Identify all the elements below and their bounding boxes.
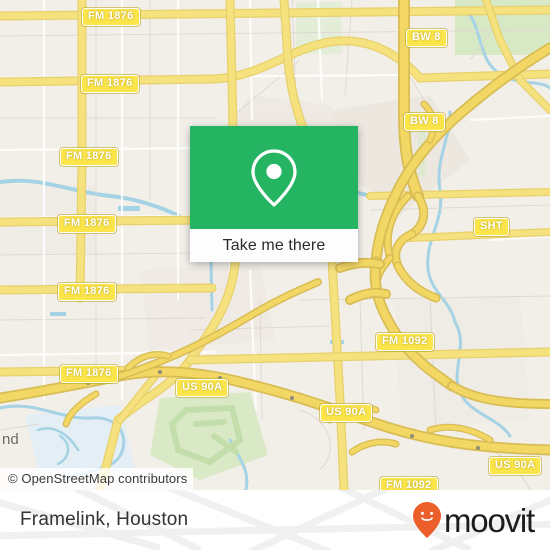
road-shield-label: FM 1876 bbox=[88, 10, 134, 22]
road-shield: FM 1876 bbox=[60, 365, 118, 383]
take-me-there-button[interactable]: Take me there bbox=[190, 229, 358, 262]
road-shield: FM 1092 bbox=[376, 333, 434, 351]
road-shield-label: SHT bbox=[480, 220, 503, 232]
moovit-logo[interactable]: moovit bbox=[412, 501, 535, 539]
road-shield: BW 8 bbox=[404, 113, 445, 131]
place-label: nd bbox=[2, 431, 19, 448]
road-shield: FM 1876 bbox=[60, 148, 118, 166]
road-shield: US 90A bbox=[320, 404, 373, 422]
popup-pin-area bbox=[190, 126, 358, 229]
road-shield: US 90A bbox=[489, 457, 542, 475]
map-pin-icon bbox=[251, 148, 297, 207]
road-shield-label: US 90A bbox=[326, 406, 367, 418]
road-shield: FM 1092 bbox=[380, 477, 438, 490]
road-shield-label: BW 8 bbox=[412, 31, 441, 43]
moovit-map-screen: .rd { stroke:#f5e27f; fill:none; stroke-… bbox=[0, 0, 550, 550]
road-shield-label: FM 1876 bbox=[66, 150, 112, 162]
road-shield: FM 1876 bbox=[82, 8, 140, 26]
moovit-wordmark: moovit bbox=[444, 501, 535, 539]
road-shield: FM 1876 bbox=[58, 215, 116, 233]
take-me-there-label: Take me there bbox=[222, 236, 326, 254]
road-shield-label: FM 1876 bbox=[66, 367, 112, 379]
road-shield: FM 1876 bbox=[58, 283, 116, 301]
road-shield: SHT bbox=[474, 218, 509, 236]
moovit-smiley-pin-icon bbox=[413, 502, 441, 538]
road-shield: FM 1876 bbox=[81, 75, 139, 93]
road-shield-label: US 90A bbox=[182, 381, 223, 393]
location-title: Framelink, Houston bbox=[20, 509, 189, 530]
road-shield: BW 8 bbox=[406, 29, 447, 47]
osm-attribution[interactable]: © OpenStreetMap contributors bbox=[0, 468, 194, 490]
road-shield-label: FM 1876 bbox=[87, 77, 133, 89]
road-shield-label: FM 1092 bbox=[386, 479, 432, 490]
footer-bar: Framelink, Houston moovit bbox=[0, 490, 550, 550]
road-shield-label: FM 1876 bbox=[64, 285, 110, 297]
take-me-there-popup[interactable]: Take me there bbox=[190, 126, 358, 262]
road-shield: US 90A bbox=[176, 379, 229, 397]
road-shield-label: FM 1092 bbox=[382, 335, 428, 347]
road-shield-label: US 90A bbox=[495, 459, 536, 471]
road-shield-label: BW 8 bbox=[410, 115, 439, 127]
road-shield-label: FM 1876 bbox=[64, 217, 110, 229]
